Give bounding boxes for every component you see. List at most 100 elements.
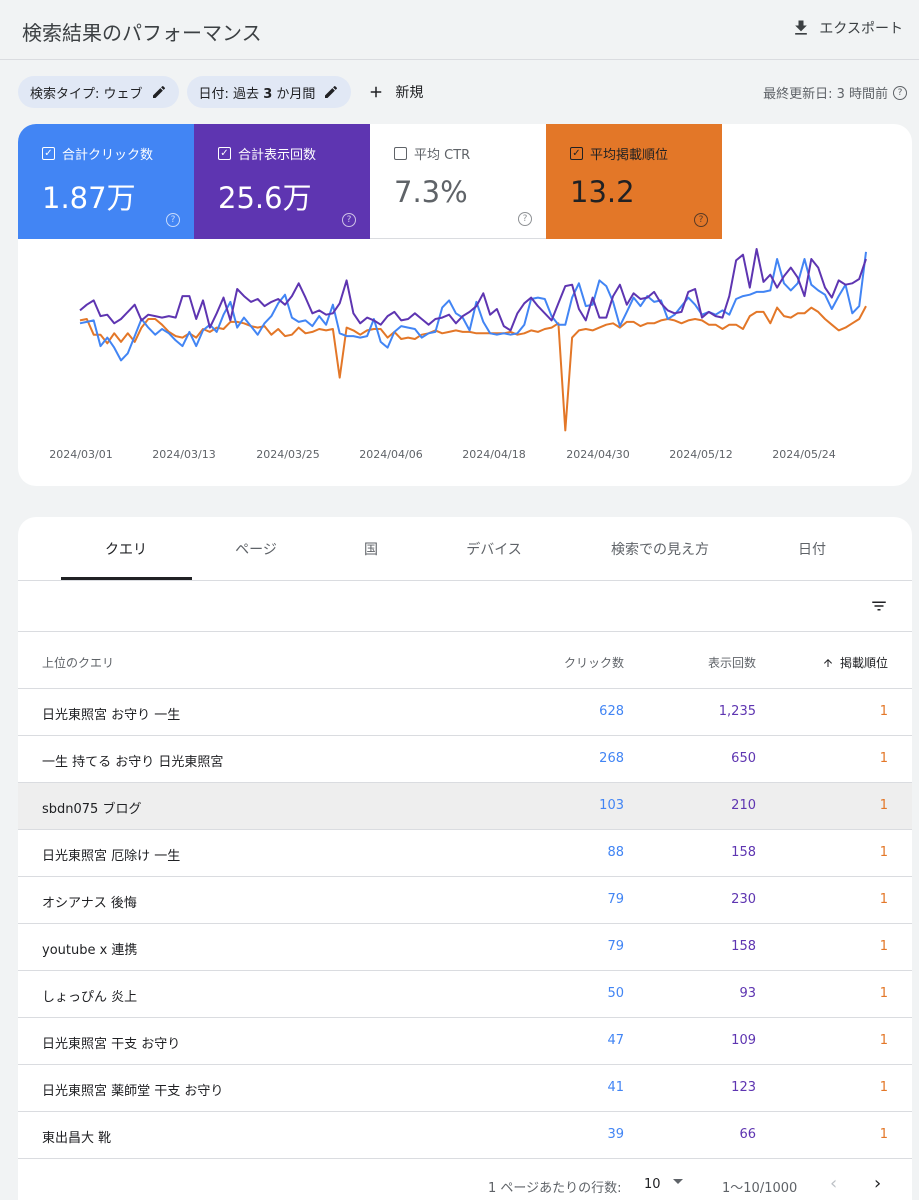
x-tick-label: 2024/04/06 <box>359 448 422 461</box>
export-button[interactable]: エクスポート <box>791 18 903 38</box>
cell-clicks: 41 <box>607 1080 624 1095</box>
help-icon[interactable]: ? <box>342 213 356 227</box>
help-icon[interactable]: ? <box>893 85 907 100</box>
tab-page[interactable]: ページ <box>235 539 277 559</box>
cell-clicks: 103 <box>599 798 624 813</box>
column-header-query[interactable]: 上位のクエリ <box>42 654 114 671</box>
table-row[interactable]: オシアナス 後悔 79 230 1 <box>18 877 912 924</box>
search-type-text: 検索タイプ: ウェブ <box>30 86 143 102</box>
cell-clicks: 47 <box>607 1033 624 1048</box>
metric-label: 合計表示回数 <box>238 148 317 163</box>
column-header-clicks[interactable]: クリック数 <box>564 654 624 671</box>
metric-label: 合計クリック数 <box>62 148 154 163</box>
checkbox-icon <box>394 147 407 160</box>
new-filter-button[interactable]: 新規 <box>359 76 431 108</box>
date-range-chip[interactable]: 日付: 過去 3 か月間 <box>186 76 352 108</box>
help-icon[interactable]: ? <box>694 213 708 227</box>
arrow-up-icon <box>823 658 832 667</box>
results-table-card: クエリ ページ 国 デバイス 検索での見え方 日付 上位のクエリ クリック数 表… <box>18 517 912 1200</box>
cell-clicks: 50 <box>607 986 624 1001</box>
cell-impressions: 1,235 <box>718 704 756 719</box>
cell-position: 1 <box>879 1127 888 1142</box>
tab-country[interactable]: 国 <box>364 539 378 559</box>
cell-query: しょっぴん 炎上 <box>42 990 138 1005</box>
metric-average-position[interactable]: ✓ 平均掲載順位 13.2 ? <box>546 124 722 239</box>
cell-query: youtube x 連携 <box>42 943 138 958</box>
checkbox-icon: ✓ <box>218 147 231 160</box>
page-title: 検索結果のパフォーマンス <box>22 21 262 45</box>
last-updated-text: 最終更新日: 3 時間前 <box>763 87 888 102</box>
date-range-text: 日付: 過去 3 か月間 <box>198 86 316 102</box>
pencil-icon <box>325 85 338 98</box>
cell-clicks: 39 <box>607 1127 624 1142</box>
help-icon[interactable]: ? <box>518 212 532 226</box>
pencil-icon <box>152 85 165 98</box>
cell-position: 1 <box>879 704 888 719</box>
tab-device[interactable]: デバイス <box>466 539 522 559</box>
metric-total-clicks[interactable]: ✓ 合計クリック数 1.87万 ? <box>18 124 194 239</box>
tab-search-appearance[interactable]: 検索での見え方 <box>611 539 709 559</box>
dropdown-arrow-icon[interactable] <box>673 1179 683 1184</box>
active-tab-indicator <box>61 577 192 580</box>
cell-query: オシアナス 後悔 <box>42 896 137 911</box>
metric-value: 25.6万 <box>218 181 312 215</box>
pagination-range: 1～10/1000 <box>722 1181 798 1196</box>
cell-clicks: 79 <box>607 892 624 907</box>
cell-clicks: 628 <box>599 704 624 719</box>
rows-per-page-label: 1 ページあたりの行数: <box>488 1181 622 1196</box>
chevron-left-icon[interactable]: ‹ <box>830 1173 837 1194</box>
column-header-position[interactable]: 掲載順位 <box>822 654 888 671</box>
cell-query: 日光東照宮 お守り 一生 <box>42 708 181 723</box>
download-icon <box>795 20 808 35</box>
export-label: エクスポート <box>819 21 903 37</box>
x-tick-label: 2024/05/12 <box>669 448 732 461</box>
metric-value: 7.3% <box>394 175 468 209</box>
cell-impressions: 109 <box>731 1033 756 1048</box>
column-header-position-label: 掲載順位 <box>839 656 888 670</box>
x-tick-label: 2024/05/24 <box>772 448 835 461</box>
table-row[interactable]: sbdn075 ブログ 103 210 1 <box>18 783 912 830</box>
help-icon[interactable]: ? <box>166 213 180 227</box>
cell-position: 1 <box>879 1033 888 1048</box>
table-row[interactable]: 東出昌大 靴 39 66 1 <box>18 1112 912 1159</box>
table-row[interactable]: youtube x 連携 79 158 1 <box>18 924 912 971</box>
cell-clicks: 88 <box>607 845 624 860</box>
search-type-chip[interactable]: 検索タイプ: ウェブ <box>18 76 179 108</box>
cell-clicks: 79 <box>607 939 624 954</box>
cell-query: 東出昌大 靴 <box>42 1131 112 1146</box>
tab-query[interactable]: クエリ <box>105 539 147 559</box>
performance-chart-card: ✓ 合計クリック数 1.87万 ? ✓ 合計表示回数 25.6万 ? 平均 CTR … <box>18 124 912 486</box>
cell-position: 1 <box>879 986 888 1001</box>
metric-average-ctr[interactable]: 平均 CTR 7.3% ? <box>370 124 546 239</box>
cell-position: 1 <box>879 939 888 954</box>
metric-value: 1.87万 <box>42 181 136 215</box>
table-row[interactable]: 一生 持てる お守り 日光東照宮 268 650 1 <box>18 736 912 783</box>
cell-impressions: 210 <box>731 798 756 813</box>
x-tick-label: 2024/03/13 <box>152 448 215 461</box>
table-row[interactable]: 日光東照宮 薬師堂 干支 お守り 41 123 1 <box>18 1065 912 1112</box>
checkbox-icon: ✓ <box>42 147 55 160</box>
cell-impressions: 158 <box>731 939 756 954</box>
tab-date[interactable]: 日付 <box>798 539 826 559</box>
chevron-right-icon[interactable]: › <box>874 1173 881 1194</box>
column-header-impressions[interactable]: 表示回数 <box>708 654 756 671</box>
cell-position: 1 <box>879 1080 888 1095</box>
cell-position: 1 <box>879 845 888 860</box>
table-row[interactable]: 日光東照宮 お守り 一生 628 1,235 1 <box>18 689 912 736</box>
table-row[interactable]: しょっぴん 炎上 50 93 1 <box>18 971 912 1018</box>
table-filter-row <box>18 581 912 632</box>
metric-total-impressions[interactable]: ✓ 合計表示回数 25.6万 ? <box>194 124 370 239</box>
cell-position: 1 <box>879 892 888 907</box>
table-row[interactable]: 日光東照宮 干支 お守り 47 109 1 <box>18 1018 912 1065</box>
cell-query: 日光東照宮 薬師堂 干支 お守り <box>42 1084 224 1099</box>
performance-line-chart[interactable]: 2024/03/01 2024/03/13 2024/03/25 2024/04/06… <box>18 239 912 486</box>
rows-per-page-select[interactable]: 10 <box>644 1177 661 1192</box>
table-body: 日光東照宮 お守り 一生 628 1,235 1 一生 持てる お守り 日光東照宮 268… <box>18 689 912 1159</box>
cell-impressions: 158 <box>731 845 756 860</box>
table-row[interactable]: 日光東照宮 厄除け 一生 88 158 1 <box>18 830 912 877</box>
metric-value: 13.2 <box>570 175 635 209</box>
dimension-tabs: クエリ ページ 国 デバイス 検索での見え方 日付 <box>18 517 912 581</box>
filter-icon[interactable] <box>870 597 888 615</box>
cell-impressions: 123 <box>731 1080 756 1095</box>
metric-label: 平均 CTR <box>414 148 471 163</box>
